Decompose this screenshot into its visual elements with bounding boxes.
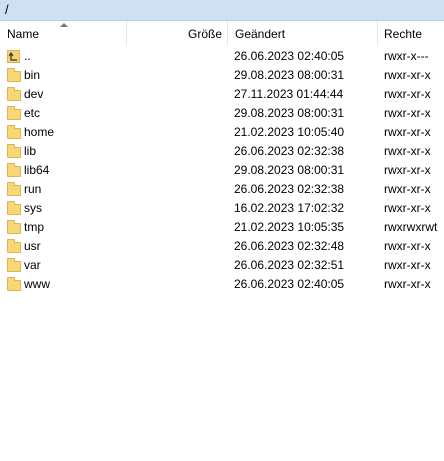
file-size	[130, 199, 223, 218]
file-modified: 29.08.2023 08:00:31	[234, 106, 345, 120]
file-rights: rwxr-xr-x	[384, 258, 431, 272]
file-name: var	[24, 258, 41, 272]
file-size	[130, 123, 223, 142]
table-row[interactable]: tmp 21.02.2023 10:05:35 rwxrwxrwt	[0, 218, 444, 237]
file-rights: rwxrwxrwt	[384, 220, 438, 234]
current-path: /	[5, 2, 9, 17]
table-row[interactable]: run 26.06.2023 02:32:38 rwxr-xr-x	[0, 180, 444, 199]
file-size	[130, 218, 223, 237]
file-name: sys	[24, 201, 42, 215]
file-name: usr	[24, 239, 41, 253]
file-modified: 26.06.2023 02:40:05	[234, 49, 345, 63]
table-row[interactable]: sys 16.02.2023 17:02:32 rwxr-xr-x	[0, 199, 444, 218]
file-rights: rwxr-xr-x	[384, 277, 431, 291]
file-modified: 21.02.2023 10:05:40	[234, 125, 345, 139]
file-name: dev	[24, 87, 44, 101]
file-name: lib	[24, 144, 37, 158]
table-row[interactable]: .. 26.06.2023 02:40:05 rwxr-x---	[0, 47, 444, 66]
table-row[interactable]: etc 29.08.2023 08:00:31 rwxr-xr-x	[0, 104, 444, 123]
file-name: run	[24, 182, 42, 196]
column-header-name[interactable]: Name	[0, 21, 127, 45]
file-rights: rwxr-xr-x	[384, 201, 431, 215]
file-modified: 26.06.2023 02:32:38	[234, 144, 345, 158]
file-size	[130, 47, 223, 66]
file-rights: rwxr-xr-x	[384, 144, 431, 158]
file-name: ..	[24, 49, 31, 63]
file-size	[130, 66, 223, 85]
file-modified: 16.02.2023 17:02:32	[234, 201, 345, 215]
column-header-modified[interactable]: Geändert	[228, 21, 378, 45]
table-row[interactable]: var 26.06.2023 02:32:51 rwxr-xr-x	[0, 256, 444, 275]
file-rights: rwxr-xr-x	[384, 239, 431, 253]
file-modified: 21.02.2023 10:05:35	[234, 220, 345, 234]
table-row[interactable]: home 21.02.2023 10:05:40 rwxr-xr-x	[0, 123, 444, 142]
table-row[interactable]: lib64 29.08.2023 08:00:31 rwxr-xr-x	[0, 161, 444, 180]
folder-icon	[7, 277, 23, 296]
file-size	[130, 237, 223, 256]
file-size	[130, 161, 223, 180]
sort-ascending-icon	[60, 23, 68, 27]
file-size	[130, 256, 223, 275]
file-rights: rwxr-x---	[384, 49, 429, 63]
table-row[interactable]: usr 26.06.2023 02:32:48 rwxr-xr-x	[0, 237, 444, 256]
column-header-size[interactable]: Größe	[127, 21, 228, 45]
path-bar[interactable]: /	[0, 0, 444, 21]
file-size	[130, 104, 223, 123]
column-header-rights[interactable]: Rechte	[378, 21, 444, 45]
file-size	[130, 142, 223, 161]
file-modified: 27.11.2023 01:44:44	[234, 87, 344, 101]
file-modified: 26.06.2023 02:32:48	[234, 239, 345, 253]
file-rights: rwxr-xr-x	[384, 163, 431, 177]
table-row[interactable]: dev 27.11.2023 01:44:44 rwxr-xr-x	[0, 85, 444, 104]
file-rights: rwxr-xr-x	[384, 87, 431, 101]
table-row[interactable]: lib 26.06.2023 02:32:38 rwxr-xr-x	[0, 142, 444, 161]
file-name: www	[24, 277, 50, 291]
table-row[interactable]: bin 29.08.2023 08:00:31 rwxr-xr-x	[0, 66, 444, 85]
file-size	[130, 180, 223, 199]
file-rights: rwxr-xr-x	[384, 182, 431, 196]
file-name: etc	[24, 106, 41, 120]
file-modified: 26.06.2023 02:32:38	[234, 182, 345, 196]
column-header-row: Name Größe Geändert Rechte	[0, 21, 444, 45]
file-list: .. 26.06.2023 02:40:05 rwxr-x--- bin 29.08.2…	[0, 47, 444, 294]
file-name: tmp	[24, 220, 45, 234]
file-name: lib64	[24, 163, 50, 177]
file-name: home	[24, 125, 55, 139]
file-modified: 26.06.2023 02:40:05	[234, 277, 345, 291]
file-rights: rwxr-xr-x	[384, 125, 431, 139]
column-header-name-label: Name	[7, 27, 40, 41]
file-name: bin	[24, 68, 41, 82]
file-modified: 29.08.2023 08:00:31	[234, 163, 345, 177]
column-header-rights-label: Rechte	[384, 27, 423, 41]
file-size	[130, 85, 223, 104]
column-header-modified-label: Geändert	[235, 27, 286, 41]
file-rights: rwxr-xr-x	[384, 68, 431, 82]
file-size	[130, 275, 223, 294]
column-header-size-label: Größe	[187, 27, 222, 41]
file-modified: 26.06.2023 02:32:51	[234, 258, 345, 272]
file-rights: rwxr-xr-x	[384, 106, 431, 120]
table-row[interactable]: www 26.06.2023 02:40:05 rwxr-xr-x	[0, 275, 444, 294]
file-modified: 29.08.2023 08:00:31	[234, 68, 345, 82]
